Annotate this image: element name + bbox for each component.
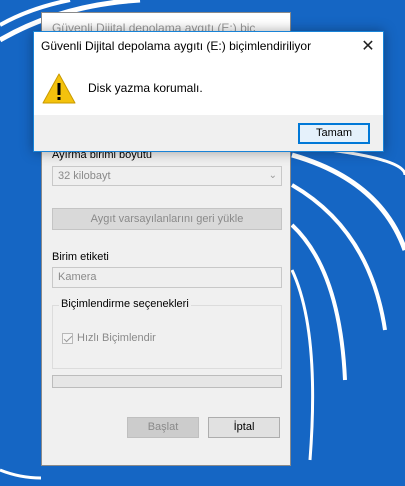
- quick-format-checkbox[interactable]: [62, 332, 73, 344]
- format-options-title: Biçimlendirme seçenekleri: [59, 298, 191, 310]
- dialog-footer: Tamam: [34, 115, 383, 151]
- dialog-message: Disk yazma korumalı.: [88, 81, 203, 95]
- dialog-title: Güvenli Dijital depolama aygıtı (E:) biç…: [41, 39, 312, 53]
- chevron-down-icon: ⌄: [268, 170, 277, 181]
- close-icon[interactable]: ✕: [353, 32, 383, 61]
- volume-label-caption: Birim etiketi: [52, 251, 109, 263]
- allocation-size-select[interactable]: 32 kilobayt ⌄: [52, 166, 282, 186]
- quick-format-label: Hızlı Biçimlendir: [77, 332, 156, 344]
- volume-label-input[interactable]: Kamera: [52, 267, 282, 288]
- message-dialog: Güvenli Dijital depolama aygıtı (E:) biç…: [33, 31, 384, 152]
- quick-format-row[interactable]: Hızlı Biçimlendir: [62, 332, 156, 344]
- start-button[interactable]: Başlat: [127, 417, 199, 438]
- ok-button[interactable]: Tamam: [298, 123, 370, 144]
- dialog-body: Disk yazma korumalı.: [34, 61, 383, 115]
- cancel-button[interactable]: İptal: [208, 417, 280, 438]
- format-progress-bar: [52, 375, 282, 388]
- warning-icon: [42, 73, 76, 104]
- allocation-size-value: 32 kilobayt: [58, 170, 111, 182]
- dialog-titlebar: Güvenli Dijital depolama aygıtı (E:) biç…: [34, 32, 383, 61]
- format-options-group: Biçimlendirme seçenekleri Hızlı Biçimlen…: [52, 298, 282, 369]
- restore-defaults-button[interactable]: Aygıt varsayılanlarını geri yükle: [52, 208, 282, 230]
